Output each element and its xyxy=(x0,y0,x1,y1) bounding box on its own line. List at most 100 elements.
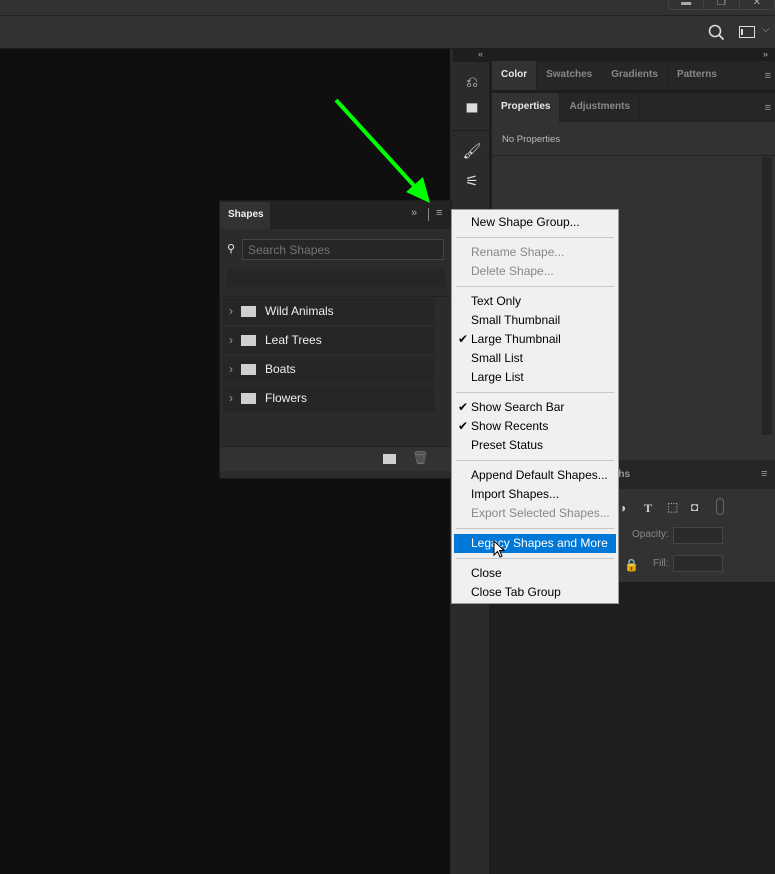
brush-settings-icon[interactable]: 🖌 xyxy=(461,142,483,162)
menu-item-export-selected-shapes[interactable]: Export Selected Shapes... xyxy=(454,504,616,523)
fill-label: Fill: xyxy=(653,558,669,569)
menu-separator xyxy=(456,286,614,287)
menu-item-small-list[interactable]: Small List xyxy=(454,349,616,368)
menu-item-preset-status[interactable]: Preset Status xyxy=(454,436,616,455)
tab-patterns[interactable]: Patterns xyxy=(668,61,727,90)
collapse-panel-icon[interactable]: » xyxy=(411,207,417,219)
menu-item-large-thumbnail[interactable]: ✔ Large Thumbnail xyxy=(454,330,616,349)
comment-icon[interactable]: ▀ xyxy=(461,104,483,124)
menu-item-close-tab-group[interactable]: Close Tab Group xyxy=(454,583,616,602)
transform-filter-icon[interactable]: ⬚ xyxy=(667,500,678,514)
tab-swatches[interactable]: Swatches xyxy=(537,61,603,90)
collapse-left-icon[interactable]: « xyxy=(478,49,483,59)
new-group-folder-icon[interactable] xyxy=(383,454,396,464)
search-icon: ⚲ xyxy=(227,243,236,255)
menu-separator xyxy=(456,528,614,529)
opacity-field[interactable] xyxy=(673,527,723,544)
menu-item-label: Legacy Shapes and More xyxy=(471,536,608,550)
recents-bar xyxy=(227,269,445,287)
menu-item-label: Delete Shape... xyxy=(471,264,554,278)
menu-item-show-recents[interactable]: ✔ Show Recents xyxy=(454,417,616,436)
menu-item-delete-shape[interactable]: Delete Shape... xyxy=(454,262,616,281)
menu-item-label: Show Recents xyxy=(471,419,549,433)
options-bar: ⌵ xyxy=(0,16,775,49)
menu-item-label: Small Thumbnail xyxy=(471,313,561,327)
smart-object-filter-icon[interactable]: ◘ xyxy=(691,500,698,514)
tab-properties[interactable]: Properties xyxy=(492,93,561,122)
search-icon[interactable] xyxy=(708,24,725,41)
chevron-down-icon[interactable]: ⌵ xyxy=(762,24,770,35)
trash-icon[interactable]: 🗑 xyxy=(412,450,429,466)
chevron-right-icon[interactable]: › xyxy=(229,327,233,354)
checkmark-icon: ✔ xyxy=(458,419,469,433)
properties-tab-group: Properties Adjustments ≡ xyxy=(492,93,775,122)
checkmark-icon: ✔ xyxy=(458,332,469,346)
menu-item-append-default-shapes[interactable]: Append Default Shapes... xyxy=(454,466,616,485)
menu-item-label: Append Default Shapes... xyxy=(471,468,608,482)
panel-menu-icon[interactable]: ≡ xyxy=(765,70,771,82)
panel-menu-icon[interactable]: ≡ xyxy=(765,102,771,114)
close-button[interactable]: ✕ xyxy=(740,0,774,9)
folder-icon xyxy=(241,335,256,346)
lock-icon[interactable]: 🔒 xyxy=(624,558,639,572)
scrollbar[interactable] xyxy=(762,157,772,435)
menu-item-show-search-bar[interactable]: ✔ Show Search Bar xyxy=(454,398,616,417)
menu-item-small-thumbnail[interactable]: Small Thumbnail xyxy=(454,311,616,330)
menu-item-label: Text Only xyxy=(471,294,522,308)
shape-group-flowers[interactable]: › Flowers xyxy=(223,385,435,412)
type-filter-icon[interactable]: T xyxy=(644,501,652,516)
menu-separator xyxy=(456,237,614,238)
minimize-button[interactable]: ▬ xyxy=(669,0,705,9)
collapse-right-icon[interactable]: » xyxy=(763,49,768,59)
chevron-right-icon[interactable]: › xyxy=(229,356,233,383)
menu-item-legacy-shapes-and-more[interactable]: Legacy Shapes and More xyxy=(454,534,616,553)
chevron-right-icon[interactable]: › xyxy=(229,298,233,325)
tab-gradients[interactable]: Gradients xyxy=(602,61,668,90)
panel-menu-icon[interactable]: ≡ xyxy=(436,207,442,219)
restore-button[interactable]: ❐ xyxy=(704,0,740,9)
history-icon[interactable]: ⎌ xyxy=(461,74,483,94)
filter-toggle[interactable] xyxy=(716,498,724,515)
menu-separator xyxy=(456,558,614,559)
folder-icon xyxy=(241,364,256,375)
menu-item-label: Preset Status xyxy=(471,438,544,452)
menu-item-label: Export Selected Shapes... xyxy=(471,506,610,520)
menu-item-import-shapes[interactable]: Import Shapes... xyxy=(454,485,616,504)
shape-group-wild-animals[interactable]: › Wild Animals xyxy=(223,298,435,325)
menu-item-text-only[interactable]: Text Only xyxy=(454,292,616,311)
shapes-footer: 🗑 xyxy=(220,446,451,471)
mouse-cursor-icon xyxy=(493,540,506,558)
shape-group-leaf-trees[interactable]: › Leaf Trees xyxy=(223,327,435,354)
color-tab-group: Color Swatches Gradients Patterns ≡ xyxy=(492,61,775,90)
tab-shapes[interactable]: Shapes xyxy=(220,202,270,229)
menu-item-label: Show Search Bar xyxy=(471,400,565,414)
folder-icon xyxy=(241,393,256,404)
tab-color[interactable]: Color xyxy=(492,61,538,90)
folder-icon xyxy=(241,306,256,317)
menu-item-new-shape-group[interactable]: New Shape Group... xyxy=(454,213,616,232)
menu-item-label: Large Thumbnail xyxy=(471,332,561,346)
menu-separator xyxy=(456,460,614,461)
menu-item-rename-shape[interactable]: Rename Shape... xyxy=(454,243,616,262)
opacity-label: Opacity: xyxy=(632,529,669,540)
menu-item-label: New Shape Group... xyxy=(471,215,580,229)
menu-item-label: Close Tab Group xyxy=(471,585,561,599)
menu-item-close[interactable]: Close xyxy=(454,564,616,583)
menu-item-label: Close xyxy=(471,566,502,580)
tool-presets-icon[interactable]: ⚟ xyxy=(461,172,483,192)
workspace-icon[interactable] xyxy=(739,26,756,39)
window-controls: ▬ ❐ ✕ xyxy=(668,0,775,10)
menu-item-label: Rename Shape... xyxy=(471,245,565,259)
panel-menu-icon[interactable]: ≡ xyxy=(761,468,767,480)
tab-adjustments[interactable]: Adjustments xyxy=(560,93,641,122)
fill-field[interactable] xyxy=(673,555,723,572)
menu-item-large-list[interactable]: Large List xyxy=(454,368,616,387)
chevron-right-icon[interactable]: › xyxy=(229,385,233,412)
shape-group-boats[interactable]: › Boats xyxy=(223,356,435,383)
shape-filter-icon[interactable]: ◑ xyxy=(619,501,626,515)
menu-item-label: Import Shapes... xyxy=(471,487,560,501)
title-bar xyxy=(0,0,775,16)
search-input[interactable] xyxy=(242,239,444,260)
shapes-panel: Shapes » ≡ ⚲ ›Wild Animals ›Leaf Trees ›… xyxy=(219,200,452,479)
menu-separator xyxy=(456,392,614,393)
